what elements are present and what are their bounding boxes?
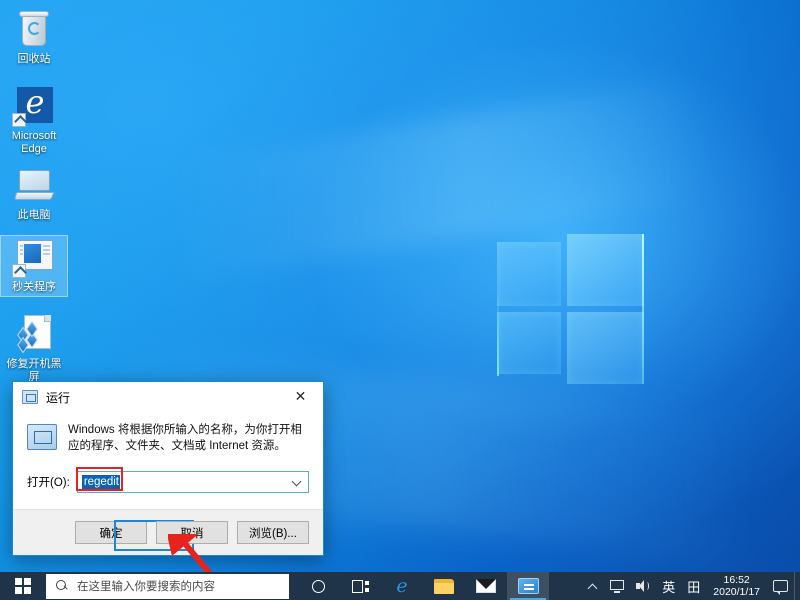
- dialog-message-row: Windows 将根据你所输入的名称，为你打开相应的程序、文件夹、文档或 Int…: [27, 416, 309, 454]
- run-info-icon: [27, 424, 57, 450]
- this-pc-icon: [11, 164, 57, 206]
- run-window-icon: [22, 390, 38, 404]
- show-desktop-button[interactable]: [794, 572, 800, 600]
- chevron-up-icon: [589, 582, 598, 591]
- task-view-button[interactable]: [339, 572, 381, 600]
- browse-button[interactable]: 浏览(B)...: [237, 521, 309, 544]
- open-combobox[interactable]: regedit: [76, 471, 309, 493]
- task-view-icon: [351, 579, 369, 593]
- microsoft-edge-icon: e: [396, 574, 408, 597]
- system-tray: 英 田 16:52 2020/1/17: [583, 572, 800, 600]
- desktop-icon-label: 回收站: [17, 53, 51, 65]
- ime-mode-label: 田: [687, 580, 701, 596]
- repair-boot-icon: [11, 313, 57, 355]
- desktop-icon-label: Microsoft Edge: [11, 130, 57, 155]
- dialog-titlebar[interactable]: 运行 ✕: [13, 382, 323, 412]
- network-monitor-icon: [610, 580, 625, 593]
- folder-icon: [434, 578, 454, 594]
- taskbar: 在这里输入你要搜索的内容 e 英 田 16:52 2020/1/17: [0, 572, 800, 600]
- desktop-icon-repair-boot[interactable]: 修复开机黑屏: [1, 313, 67, 386]
- start-button[interactable]: [0, 572, 46, 600]
- open-label: 打开(O):: [27, 477, 70, 489]
- action-center-icon: [773, 580, 788, 595]
- dialog-footer: 确定 取消 浏览(B)...: [13, 509, 323, 555]
- desktop-icon-this-pc[interactable]: 此电脑: [1, 164, 67, 224]
- edge-button[interactable]: e: [381, 572, 423, 600]
- clock-date: 2020/1/17: [713, 586, 760, 598]
- desktop-screen: 回收站 e Microsoft Edge 此电脑 秒关程序 修复开机黑屏 运行 …: [0, 0, 800, 600]
- ime-mode-button[interactable]: 田: [681, 572, 706, 600]
- cortana-button[interactable]: [297, 572, 339, 600]
- ime-language-button[interactable]: 英: [656, 572, 681, 600]
- search-icon: [56, 580, 68, 592]
- chevron-down-icon[interactable]: [293, 477, 302, 486]
- close-icon[interactable]: ✕: [278, 382, 323, 412]
- volume-button[interactable]: [630, 572, 656, 600]
- clock[interactable]: 16:52 2020/1/17: [706, 572, 767, 600]
- ime-language-label: 英: [662, 580, 676, 596]
- program-shortcut-icon: [11, 236, 57, 278]
- windows-start-icon: [15, 578, 31, 594]
- recycle-bin-icon: [11, 8, 57, 50]
- windows-hero-logo: [497, 228, 644, 384]
- run-dialog: 运行 ✕ Windows 将根据你所输入的名称，为你打开相应的程序、文件夹、文档…: [12, 381, 324, 556]
- speaker-icon: [636, 580, 650, 592]
- open-input-value[interactable]: regedit: [81, 475, 120, 489]
- cortana-circle-icon: [311, 579, 325, 593]
- cancel-button[interactable]: 取消: [156, 521, 228, 544]
- mail-button[interactable]: [465, 572, 507, 600]
- open-field-row: 打开(O): regedit: [27, 467, 309, 493]
- desktop-icon-label: 秒关程序: [12, 281, 56, 293]
- search-input[interactable]: 在这里输入你要搜索的内容: [46, 573, 289, 599]
- dialog-title: 运行: [46, 390, 71, 405]
- desktop-icon-recycle-bin[interactable]: 回收站: [1, 8, 67, 68]
- mail-envelope-icon: [476, 579, 496, 593]
- network-button[interactable]: [604, 572, 630, 600]
- desktop-icon-microsoft-edge[interactable]: e Microsoft Edge: [1, 84, 67, 158]
- dialog-message: Windows 将根据你所输入的名称，为你打开相应的程序、文件夹、文档或 Int…: [68, 424, 302, 452]
- file-explorer-button[interactable]: [423, 572, 465, 600]
- desktop-icon-program-shortcut[interactable]: 秒关程序: [0, 235, 68, 297]
- search-placeholder: 在这里输入你要搜索的内容: [77, 581, 215, 593]
- desktop-icon-label: 此电脑: [17, 209, 51, 221]
- microsoft-edge-icon: e: [11, 84, 57, 127]
- show-hidden-icons-button[interactable]: [583, 572, 604, 600]
- app-window-icon: [517, 578, 539, 594]
- clock-time: 16:52: [723, 574, 750, 586]
- active-app-button[interactable]: [507, 572, 549, 600]
- ok-button[interactable]: 确定: [75, 521, 147, 544]
- action-center-button[interactable]: [767, 572, 794, 600]
- dialog-body: Windows 将根据你所输入的名称，为你打开相应的程序、文件夹、文档或 Int…: [13, 412, 323, 493]
